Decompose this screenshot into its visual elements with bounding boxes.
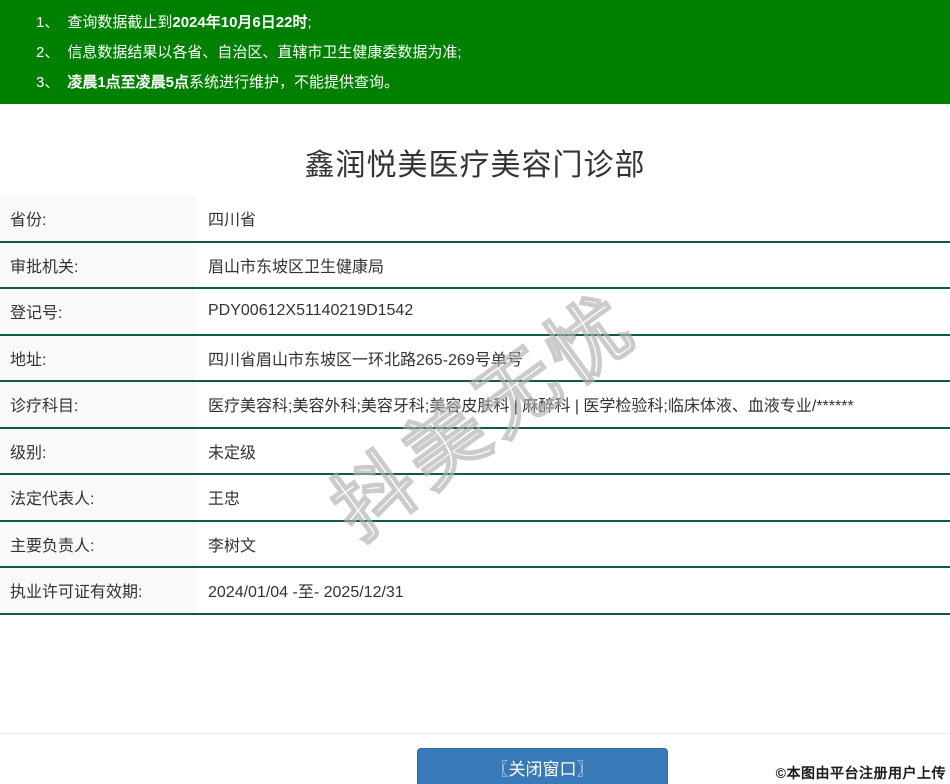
- table-row-person-in-charge: 主要负责人: 李树文: [0, 521, 950, 568]
- notice-text: ;: [307, 14, 312, 31]
- field-label: 登记号:: [0, 289, 195, 334]
- notice-line-3: 3、 凌晨1点至凌晨5点系统进行维护，不能提供查询。: [36, 68, 940, 98]
- notice-text: 查询数据截止到: [67, 14, 173, 31]
- notice-line-1: 1、 查询数据截止到2024年10月6日22时;: [36, 8, 940, 38]
- footer-divider: [0, 733, 950, 734]
- notice-text-bold: 凌晨1点至凌晨5点: [67, 74, 190, 91]
- page-title: 鑫润悦美医疗美容门诊部: [304, 149, 646, 182]
- notice-number: 2、: [36, 44, 60, 61]
- table-row-approval-authority: 审批机关: 眉山市东坡区卫生健康局: [0, 242, 950, 289]
- field-value: 未定级: [208, 444, 257, 462]
- field-label: 主要负责人:: [0, 521, 195, 566]
- notice-text-bold: 2024年10月6日22时: [172, 14, 308, 31]
- notice-text: 信息数据结果以各省、自治区、直辖市卫生健康委数据为准;: [67, 44, 462, 61]
- field-label: 省份:: [0, 196, 195, 241]
- field-value: 四川省眉山市东坡区一环北路265-269号单号: [208, 351, 523, 369]
- field-label: 级别:: [0, 428, 195, 473]
- notice-number: 1、: [36, 14, 60, 31]
- field-value: 眉山市东坡区卫生健康局: [208, 258, 385, 276]
- field-value: PDY00612X51140219D1542: [208, 302, 414, 320]
- close-window-button[interactable]: 〖关闭窗口〗: [417, 748, 668, 784]
- table-row-medical-subjects: 诊疗科目: 医疗美容科;美容外科;美容牙科;美容皮肤科 | 麻醉科 | 医学检验…: [0, 382, 950, 429]
- field-value: 四川省: [208, 212, 257, 230]
- upload-note-watermark: ©本图由平台注册用户上传: [775, 765, 946, 781]
- institution-info-table: 省份: 四川省 审批机关: 眉山市东坡区卫生健康局 登记号: PDY00612X…: [0, 196, 950, 615]
- field-label: 审批机关:: [0, 242, 195, 287]
- notice-text: 系统进行维护，不能提供查询。: [189, 74, 400, 91]
- field-label: 执业许可证有效期:: [0, 568, 195, 613]
- notice-number: 3、: [36, 74, 60, 91]
- field-value: 李树文: [208, 537, 257, 555]
- table-row-address: 地址: 四川省眉山市东坡区一环北路265-269号单号: [0, 335, 950, 382]
- table-row-license-validity: 执业许可证有效期: 2024/01/04 -至- 2025/12/31: [0, 568, 950, 615]
- notice-banner: 1、 查询数据截止到2024年10月6日22时; 2、 信息数据结果以各省、自治区、…: [0, 0, 950, 104]
- field-value: 2024/01/04 -至- 2025/12/31: [208, 584, 404, 602]
- table-row-registration-number: 登记号: PDY00612X51140219D1542: [0, 289, 950, 336]
- field-label: 地址:: [0, 335, 195, 380]
- notice-line-2: 2、 信息数据结果以各省、自治区、直辖市卫生健康委数据为准;: [36, 38, 940, 68]
- table-row-level: 级别: 未定级: [0, 428, 950, 475]
- table-row-province: 省份: 四川省: [0, 196, 950, 243]
- field-value: 医疗美容科;美容外科;美容牙科;美容皮肤科 | 麻醉科 | 医学检验科;临床体液…: [208, 398, 854, 416]
- field-label: 诊疗科目:: [0, 382, 195, 427]
- table-row-legal-representative: 法定代表人: 王忠: [0, 475, 950, 522]
- field-label: 法定代表人:: [0, 475, 195, 520]
- field-value: 王忠: [208, 491, 241, 509]
